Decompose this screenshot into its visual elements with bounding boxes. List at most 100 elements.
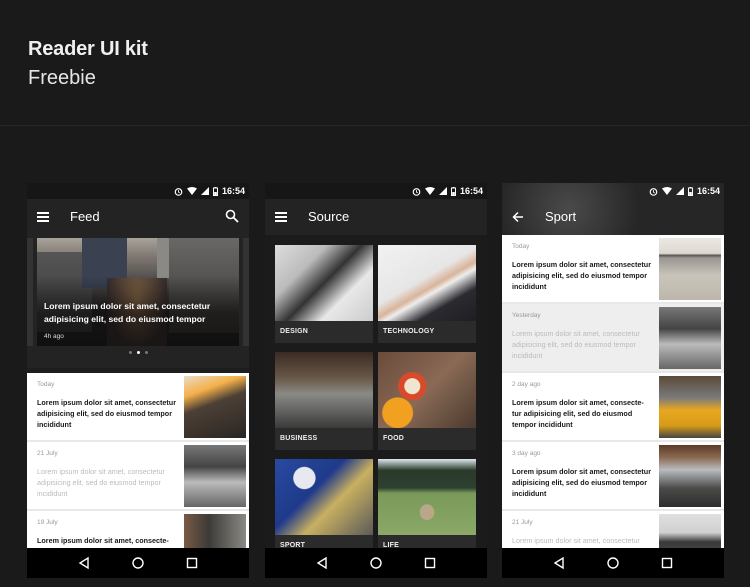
category-tile-design[interactable]: DESIGN: [275, 245, 373, 343]
system-nav-bar: [502, 548, 724, 578]
sport-list: Today Lorem ipsum dolor sit amet, consec…: [502, 235, 724, 578]
list-item[interactable]: 3 day ago Lorem ipsum dolor sit amet, co…: [502, 442, 724, 509]
alarm-icon: [412, 187, 421, 196]
category-tile-sport[interactable]: SPORT: [275, 459, 373, 557]
app-bar: Sport: [502, 199, 724, 235]
featured-carousel[interactable]: Lorem ipsum dolor sit amet, consectetur …: [27, 235, 249, 368]
home-nav-icon[interactable]: [369, 556, 383, 570]
recents-nav-icon[interactable]: [660, 556, 674, 570]
signal-icon: [675, 187, 684, 195]
status-bar: 16:54: [27, 183, 249, 199]
feed-screen: 16:54 Feed Lorem ipsum dolor sit amet, c…: [27, 183, 249, 578]
page-dot[interactable]: [144, 351, 148, 354]
category-image: [275, 459, 373, 535]
sport-screen: 16:54 Sport Today Lorem ipsum dolor sit …: [502, 183, 724, 578]
featured-headline: Lorem ipsum dolor sit amet, consectetur …: [44, 301, 211, 324]
alarm-icon: [649, 187, 658, 196]
item-date: Today: [37, 381, 55, 388]
screen-title: Sport: [545, 209, 577, 224]
page-subtitle: Freebie: [28, 67, 96, 89]
next-card-peek[interactable]: [243, 238, 249, 346]
item-text: Lorem ipsum dolor sit amet, consectetur …: [37, 467, 165, 498]
home-nav-icon[interactable]: [131, 556, 145, 570]
featured-time: 4h ago: [44, 333, 64, 340]
prev-card-peek[interactable]: [27, 238, 33, 346]
item-text: Lorem ipsum dolor sit amet, consectetur …: [512, 467, 651, 498]
recents-nav-icon[interactable]: [185, 556, 199, 570]
menu-icon[interactable]: [275, 212, 287, 222]
wifi-icon: [186, 187, 197, 195]
app-bar: Source: [265, 199, 487, 235]
list-item[interactable]: 2 day ago Lorem ipsum dolor sit amet, co…: [502, 373, 724, 440]
item-text: Lorem ipsum dolor sit amet, consectetur …: [512, 260, 651, 291]
category-image: [378, 459, 476, 535]
list-item[interactable]: Yesterday Lorem ipsum dolor sit amet, co…: [502, 304, 724, 371]
category-label: DESIGN: [280, 328, 309, 335]
wifi-icon: [424, 187, 435, 195]
item-text: Lorem ipsum dolor sit amet, consecte-tur…: [512, 398, 644, 429]
item-date: 2 day ago: [512, 381, 541, 388]
carousel-pagination: [27, 351, 249, 354]
item-thumbnail: [659, 307, 721, 369]
category-image: [275, 245, 373, 321]
item-thumbnail: [184, 376, 246, 438]
item-text: Lorem ipsum dolor sit amet, consectetur …: [37, 398, 176, 429]
category-image: [378, 352, 476, 428]
featured-article-card[interactable]: Lorem ipsum dolor sit amet, consectetur …: [37, 238, 239, 346]
item-thumbnail: [184, 445, 246, 507]
item-date: 19 July: [37, 519, 58, 526]
category-tile-life[interactable]: LIFE: [378, 459, 476, 557]
category-grid: DESIGN TECHNOLOGY BUSINESS FOOD SPORT LI…: [265, 235, 487, 557]
recents-nav-icon[interactable]: [423, 556, 437, 570]
back-nav-icon[interactable]: [77, 556, 91, 570]
item-text: Lorem ipsum dolor sit amet, consectetur: [512, 536, 640, 545]
screen-title: Feed: [70, 209, 100, 224]
category-image: [378, 245, 476, 321]
menu-icon[interactable]: [37, 212, 49, 222]
back-arrow-icon[interactable]: [512, 211, 524, 223]
wifi-icon: [661, 187, 672, 195]
signal-icon: [200, 187, 209, 195]
alarm-icon: [174, 187, 183, 196]
category-tile-food[interactable]: FOOD: [378, 352, 476, 450]
status-bar: 16:54: [502, 183, 724, 199]
category-label: FOOD: [383, 435, 405, 442]
search-icon[interactable]: [225, 209, 239, 223]
battery-icon: [450, 186, 456, 196]
category-tile-technology[interactable]: TECHNOLOGY: [378, 245, 476, 343]
item-text: Lorem ipsum dolor sit amet, consectetur …: [512, 329, 640, 360]
item-date: Yesterday: [512, 312, 541, 319]
category-tile-business[interactable]: BUSINESS: [275, 352, 373, 450]
list-item[interactable]: Today Lorem ipsum dolor sit amet, consec…: [27, 373, 249, 440]
battery-icon: [687, 186, 693, 196]
home-nav-icon[interactable]: [606, 556, 620, 570]
item-text: Lorem ipsum dolor sit amet, consecte-: [37, 536, 169, 545]
category-label: TECHNOLOGY: [383, 328, 435, 335]
item-date: 21 July: [37, 450, 58, 457]
item-date: 3 day ago: [512, 450, 541, 457]
system-nav-bar: [27, 548, 249, 578]
sport-header: 16:54 Sport: [502, 183, 724, 235]
signal-icon: [438, 187, 447, 195]
page-header: Reader UI kit Freebie: [0, 0, 750, 126]
page-dot[interactable]: [128, 351, 132, 354]
item-thumbnail: [659, 445, 721, 507]
screen-title: Source: [308, 209, 350, 224]
list-item[interactable]: Today Lorem ipsum dolor sit amet, consec…: [502, 235, 724, 302]
back-nav-icon[interactable]: [552, 556, 566, 570]
item-thumbnail: [659, 376, 721, 438]
back-nav-icon[interactable]: [315, 556, 329, 570]
item-date: Today: [512, 243, 530, 250]
status-time: 16:54: [459, 186, 483, 196]
list-item[interactable]: 21 July Lorem ipsum dolor sit amet, cons…: [27, 442, 249, 509]
category-image: [275, 352, 373, 428]
status-time: 16:54: [221, 186, 245, 196]
app-bar: Feed: [27, 199, 249, 235]
battery-icon: [212, 186, 218, 196]
item-thumbnail: [659, 238, 721, 300]
status-time: 16:54: [696, 186, 720, 196]
page-title: Reader UI kit: [28, 38, 148, 60]
source-screen: 16:54 Source DESIGN TECHNOLOGY BUSINESS …: [265, 183, 487, 578]
page-dot-active[interactable]: [136, 351, 140, 354]
category-label: BUSINESS: [280, 435, 318, 442]
